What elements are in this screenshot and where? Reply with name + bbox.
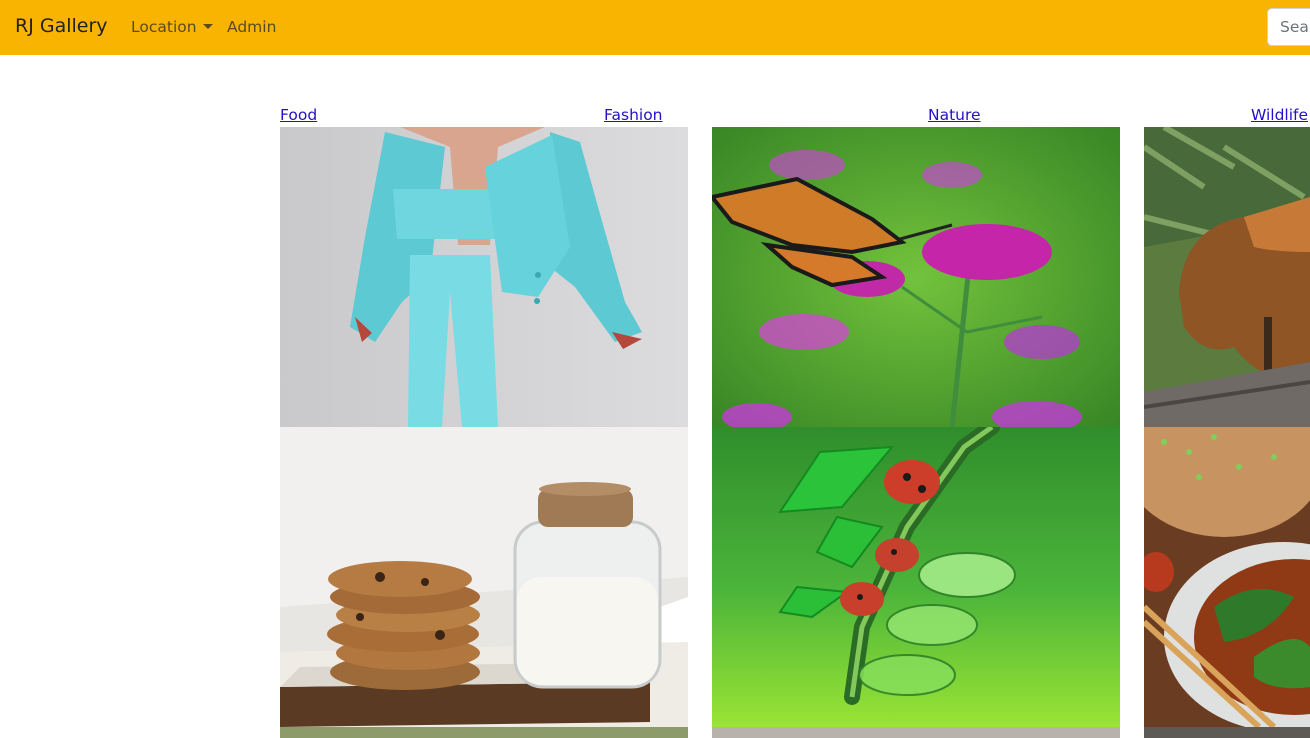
search-input[interactable] [1267,8,1310,46]
category-link-fashion[interactable]: Fashion [604,106,663,124]
fashion-suit-image[interactable] [280,127,688,427]
location-dropdown[interactable]: Location [131,17,213,37]
navbar: RJ Gallery Location Admin [0,0,1310,55]
brand-link[interactable]: RJ Gallery [15,14,108,38]
chevron-down-icon [202,24,213,29]
ladybugs-image[interactable] [712,427,1120,727]
category-link-food[interactable]: Food [280,106,317,124]
noodle-soup-image[interactable] [1144,427,1310,727]
portrait-image[interactable] [712,727,1120,738]
wildlife-image[interactable] [1144,727,1310,738]
butterfly-image[interactable] [712,127,1120,427]
fox-image[interactable] [1144,127,1310,427]
landscape-image[interactable] [280,727,688,738]
location-label: Location [131,18,197,36]
category-link-nature[interactable]: Nature [928,106,981,124]
cookies-milk-image[interactable] [280,427,688,727]
category-link-wildlife[interactable]: Wildlife [1251,106,1308,124]
admin-link[interactable]: Admin [227,17,276,37]
